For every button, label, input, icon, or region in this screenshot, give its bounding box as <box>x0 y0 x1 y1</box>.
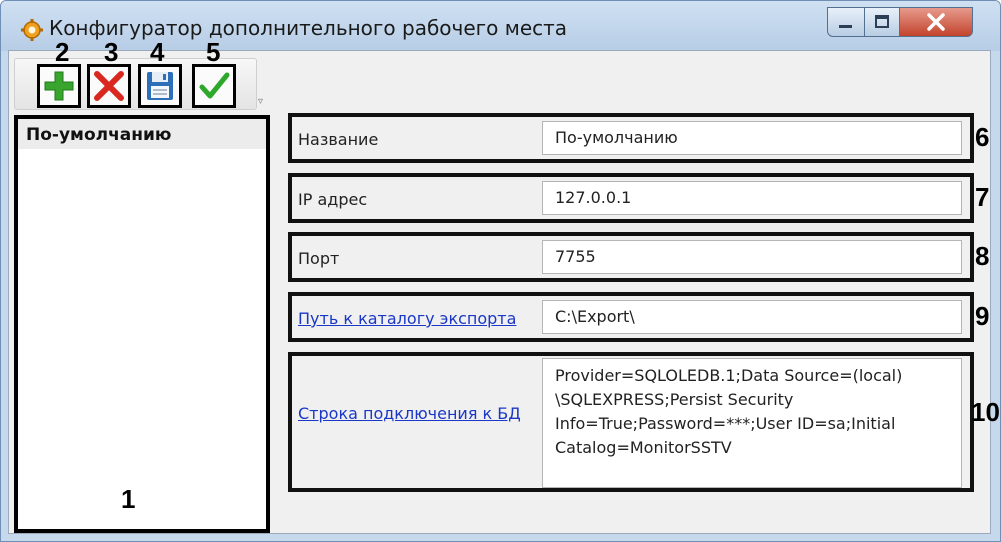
callout-7: 7 <box>975 182 990 212</box>
maximize-button[interactable] <box>864 7 900 37</box>
floppy-disk-icon <box>147 72 173 100</box>
callout-2: 2 <box>55 37 70 67</box>
ip-label: IP адрес <box>298 190 368 209</box>
list-item[interactable]: По-умолчанию <box>18 119 266 149</box>
callout-6: 6 <box>975 122 990 152</box>
connection-string-link[interactable]: Строка подключения к БД <box>298 404 521 423</box>
plus-icon <box>44 71 74 101</box>
minimize-button[interactable] <box>827 7 865 37</box>
field-row-connection-string: Строка подключения к БД Provider=SQLOLED… <box>288 352 974 492</box>
callout-5: 5 <box>206 37 221 67</box>
cross-icon <box>94 71 124 101</box>
delete-button[interactable] <box>87 64 131 108</box>
field-row-export-path: Путь к каталогу экспорта C:\Export\ <box>288 292 974 342</box>
field-row-name: Название По-умолчанию <box>288 113 974 163</box>
callout-3: 3 <box>104 37 119 67</box>
callout-4: 4 <box>150 37 165 67</box>
field-row-port: Порт 7755 <box>288 232 974 282</box>
close-button[interactable] <box>899 7 973 37</box>
window-title: Конфигуратор дополнительного рабочего ме… <box>49 16 568 40</box>
minimize-icon <box>839 25 852 28</box>
close-icon <box>927 13 945 31</box>
connection-string-input[interactable]: Provider=SQLOLEDB.1;Data Source=(local) … <box>542 358 962 488</box>
port-label: Порт <box>298 249 340 268</box>
profile-list[interactable]: По-умолчанию <box>14 115 270 533</box>
toolbar-overflow-icon[interactable]: ▿ <box>258 96 263 107</box>
name-input[interactable]: По-умолчанию <box>542 121 962 155</box>
callout-8: 8 <box>975 241 990 271</box>
export-path-input[interactable]: C:\Export\ <box>542 300 962 334</box>
add-button[interactable] <box>37 64 81 108</box>
field-row-ip: IP адрес 127.0.0.1 <box>288 173 974 223</box>
callout-10: 10 <box>971 397 1000 427</box>
apply-button[interactable] <box>192 64 236 108</box>
gear-icon <box>21 19 43 41</box>
save-button[interactable] <box>138 64 182 108</box>
callout-1: 1 <box>121 484 136 514</box>
ip-input[interactable]: 127.0.0.1 <box>542 181 962 215</box>
export-path-link[interactable]: Путь к каталогу экспорта <box>298 309 516 328</box>
maximize-icon <box>875 15 889 28</box>
port-input[interactable]: 7755 <box>542 240 962 274</box>
name-label: Название <box>298 130 379 149</box>
checkmark-icon <box>199 72 230 99</box>
callout-9: 9 <box>975 301 990 331</box>
